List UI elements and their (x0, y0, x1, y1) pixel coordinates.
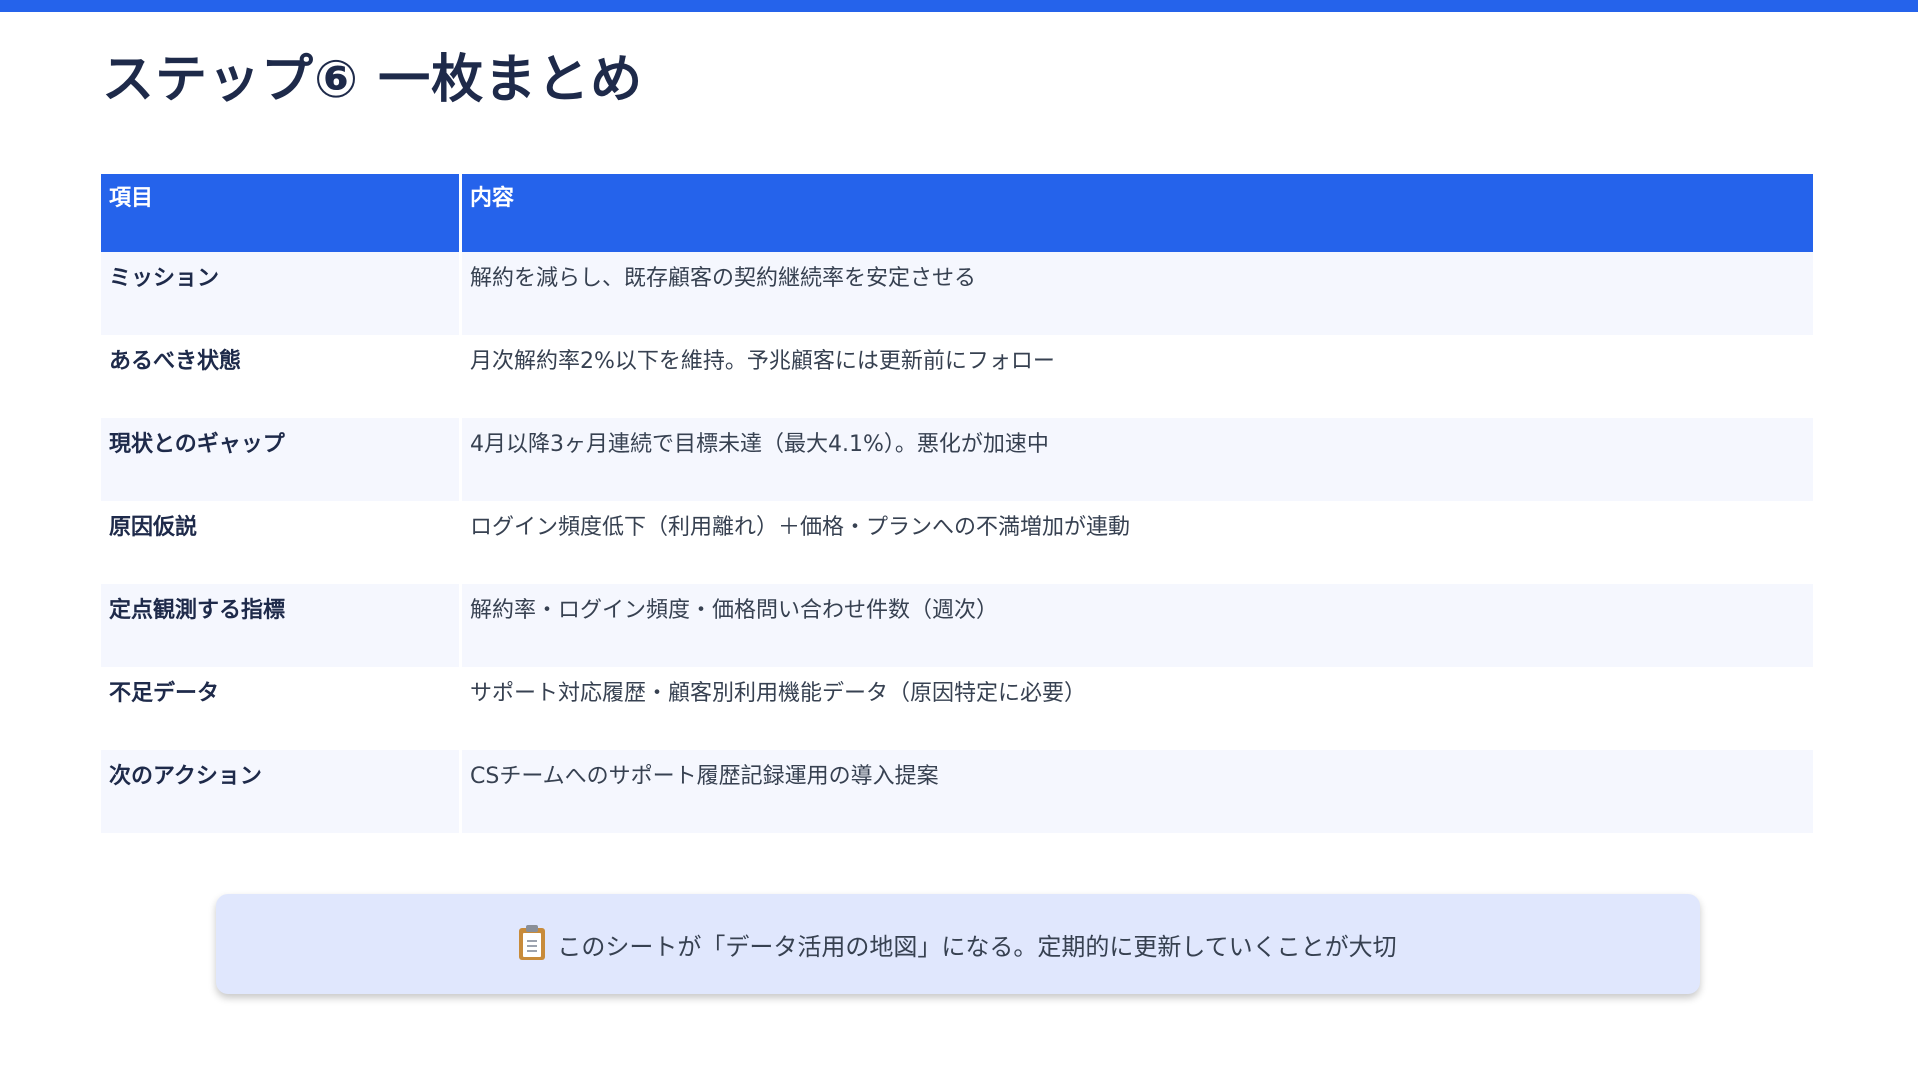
callout-text: このシートが「データ活用の地図」になる。定期的に更新していくことが大切 (557, 932, 1397, 961)
summary-table: 項目 内容 ミッション 解約を減らし、既存顧客の契約継続率を安定させる あるべき… (101, 174, 1813, 833)
row-item: 不足データ (101, 667, 459, 750)
row-content: ログイン頻度低下（利用離れ）＋価格・プランへの不満増加が連動 (459, 501, 1813, 584)
page-title: ステップ⑥ 一枚まとめ (102, 50, 644, 110)
table-row: 現状とのギャップ 4月以降3ヶ月連続で目標未達（最大4.1%）。悪化が加速中 (101, 418, 1813, 501)
table-row: 不足データ サポート対応履歴・顧客別利用機能データ（原因特定に必要） (101, 667, 1813, 750)
table-row: あるべき状態 月次解約率2%以下を維持。予兆顧客には更新前にフォロー (101, 335, 1813, 418)
table-row: 次のアクション CSチームへのサポート履歴記録運用の導入提案 (101, 750, 1813, 833)
table-header-row: 項目 内容 (101, 174, 1813, 252)
clipboard-icon (519, 925, 546, 960)
header-content: 内容 (459, 174, 1813, 252)
row-item: ミッション (101, 252, 459, 335)
top-accent-bar (0, 0, 1918, 12)
header-item: 項目 (101, 174, 459, 252)
row-item: 次のアクション (101, 750, 459, 833)
row-content: サポート対応履歴・顧客別利用機能データ（原因特定に必要） (459, 667, 1813, 750)
row-item: あるべき状態 (101, 335, 459, 418)
row-content: 解約を減らし、既存顧客の契約継続率を安定させる (459, 252, 1813, 335)
row-item: 原因仮説 (101, 501, 459, 584)
summary-callout: このシートが「データ活用の地図」になる。定期的に更新していくことが大切 (216, 894, 1700, 994)
row-item: 定点観測する指標 (101, 584, 459, 667)
table-row: 定点観測する指標 解約率・ログイン頻度・価格問い合わせ件数（週次） (101, 584, 1813, 667)
row-content: 月次解約率2%以下を維持。予兆顧客には更新前にフォロー (459, 335, 1813, 418)
row-item: 現状とのギャップ (101, 418, 459, 501)
row-content: 解約率・ログイン頻度・価格問い合わせ件数（週次） (459, 584, 1813, 667)
table-row: ミッション 解約を減らし、既存顧客の契約継続率を安定させる (101, 252, 1813, 335)
table-row: 原因仮説 ログイン頻度低下（利用離れ）＋価格・プランへの不満増加が連動 (101, 501, 1813, 584)
row-content: 4月以降3ヶ月連続で目標未達（最大4.1%）。悪化が加速中 (459, 418, 1813, 501)
row-content: CSチームへのサポート履歴記録運用の導入提案 (459, 750, 1813, 833)
